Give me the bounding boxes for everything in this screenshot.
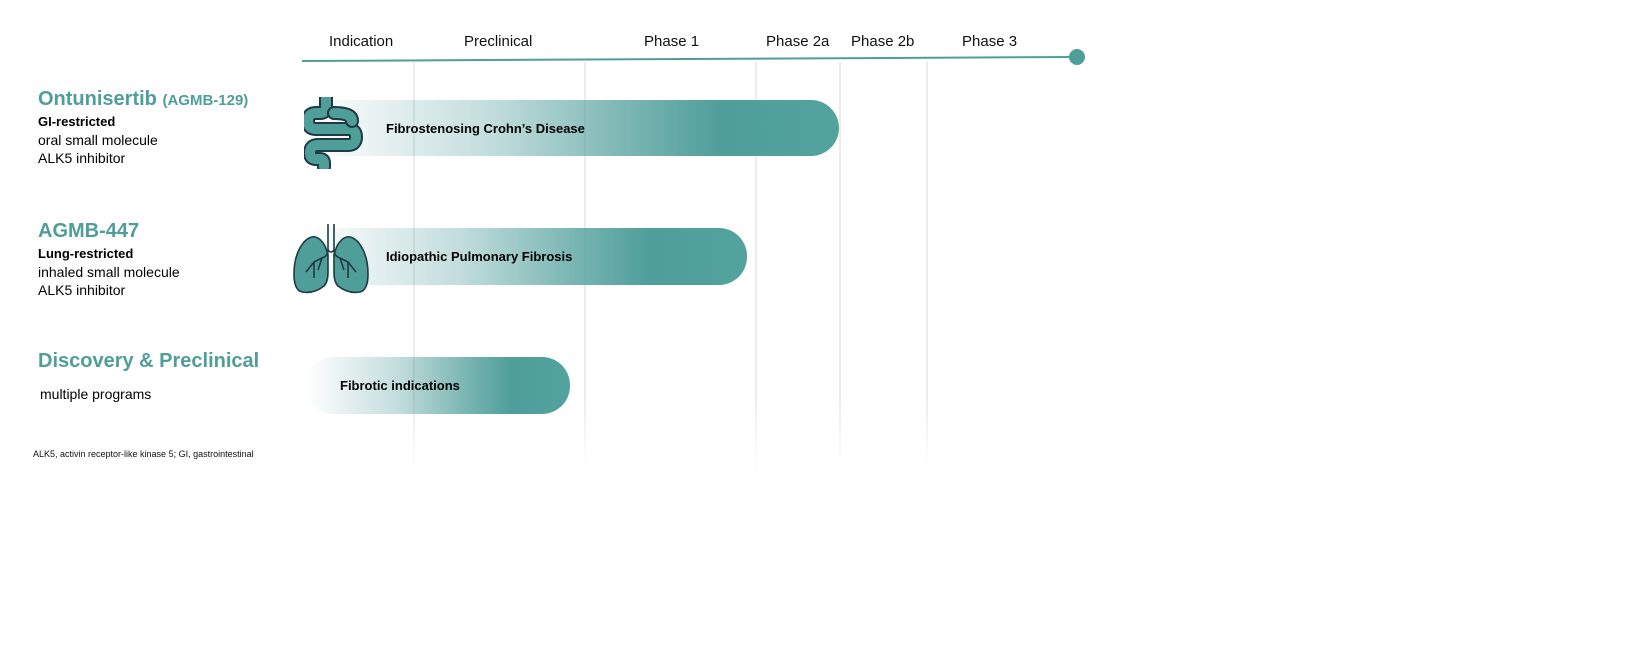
intestine-icon (304, 93, 363, 169)
program-title: AGMB-447 (38, 220, 180, 243)
bar-label: Idiopathic Pulmonary Fibrosis (386, 249, 573, 264)
program-mechanism: ALK5 inhibitor (38, 150, 126, 166)
program-title: Discovery & Preclinical (38, 350, 259, 373)
bar-label: Fibrostenosing Crohn’s Disease (386, 120, 585, 136)
gridline-phase2b (839, 62, 841, 472)
phase-label-phase2a: Phase 2a (766, 33, 830, 50)
pipeline-bar-fibrotic: Fibrotic indications (306, 357, 570, 414)
footnote: ALK5, activin receptor-like kinase 5; GI… (33, 449, 254, 459)
program-delivery: GI-restricted (38, 114, 116, 129)
program-agmb-447: AGMB-447 Lung-restricted inhaled small m… (38, 220, 180, 299)
program-name: AGMB-447 (38, 220, 140, 242)
program-code: (AGMB-129) (162, 92, 249, 109)
lungs-icon (293, 224, 369, 294)
phase-label-phase2b: Phase 2b (851, 33, 915, 50)
phase-label-phase3: Phase 3 (962, 33, 1018, 50)
program-description: multiple programs (40, 386, 152, 402)
phase-label-indication: Indication (329, 33, 394, 50)
timeline-end-dot (1069, 49, 1085, 65)
phase-label-phase1: Phase 1 (644, 33, 700, 50)
program-delivery: Lung-restricted (38, 246, 134, 261)
program-modality: oral small molecule (38, 132, 158, 148)
program-title: Ontunisertib (AGMB-129) (38, 88, 248, 111)
pipeline-bar-ipf: Idiopathic Pulmonary Fibrosis (306, 228, 747, 285)
pipeline-bar-crohns: Fibrostenosing Crohn’s Disease (306, 100, 839, 156)
phase-label-preclinical: Preclinical (464, 33, 533, 50)
bar-label: Fibrotic indications (340, 378, 460, 393)
timeline-line (301, 56, 1077, 62)
program-mechanism: ALK5 inhibitor (38, 282, 126, 298)
program-name: Ontunisertib (38, 88, 157, 110)
program-modality: inhaled small molecule (38, 264, 180, 280)
program-name: Discovery & Preclinical (38, 350, 260, 372)
program-ontunisertib: Ontunisertib (AGMB-129) GI-restricted or… (38, 88, 248, 167)
gridline-phase3 (926, 62, 928, 472)
program-discovery: Discovery & Preclinical multiple program… (38, 350, 259, 403)
